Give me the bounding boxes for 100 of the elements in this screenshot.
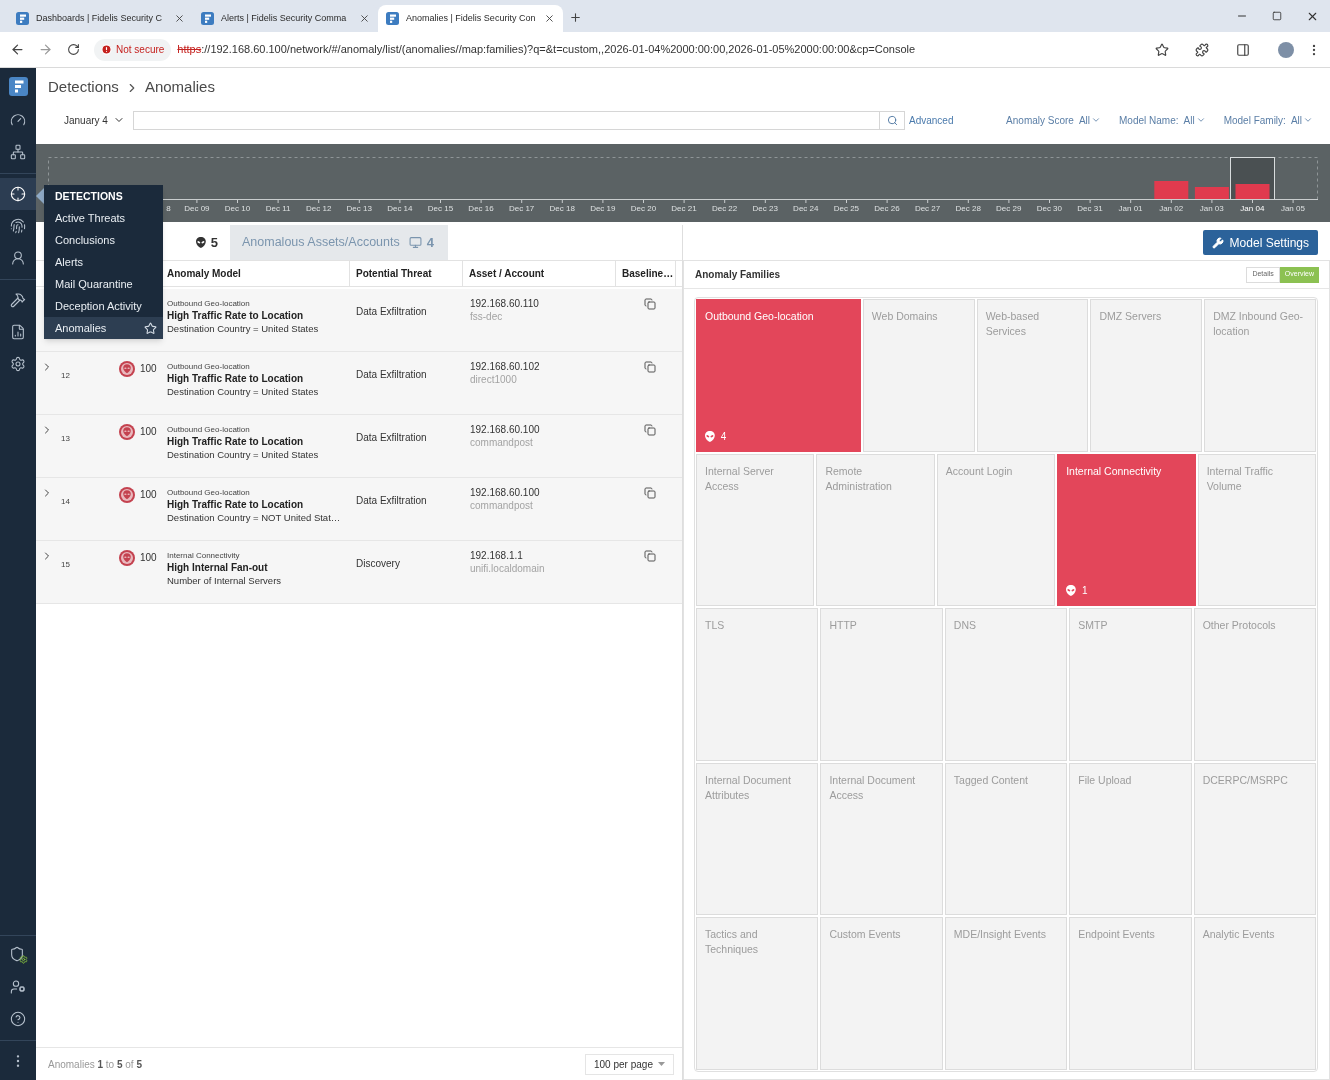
bookmark-star-icon[interactable] bbox=[1155, 42, 1169, 57]
menu-item[interactable]: Deception Activity bbox=[44, 295, 163, 317]
star-icon[interactable] bbox=[144, 321, 157, 335]
model-name[interactable]: High Traffic Rate to Location bbox=[167, 373, 304, 386]
threat-cell: Discovery bbox=[356, 558, 400, 569]
close-icon[interactable] bbox=[359, 13, 370, 24]
model-family: Outbound Geo-location bbox=[167, 424, 250, 436]
tile-label: Analytic Events bbox=[1202, 927, 1275, 943]
column-header[interactable]: Baseline… bbox=[622, 266, 674, 281]
close-icon[interactable] bbox=[544, 13, 555, 24]
tile-label: Remote Administration bbox=[825, 463, 893, 494]
address-field[interactable]: https://192.168.60.100/network/#/anomaly/list/(anomalies//map:families)?q=&t=custom,,2026-01-04%2000:00:00,2026-01-05%2000:00:00&cp=Console bbox=[177, 41, 1155, 58]
app-logo-icon bbox=[16, 12, 29, 25]
model-name[interactable]: High Traffic Rate to Location bbox=[167, 436, 304, 449]
maximize-icon[interactable] bbox=[1272, 11, 1282, 21]
search-icon bbox=[886, 114, 898, 126]
copy-icon[interactable] bbox=[644, 550, 656, 562]
tile-label: DMZ Inbound Geo-location bbox=[1213, 309, 1305, 339]
asset-host: direct1000 bbox=[470, 373, 517, 386]
date-select[interactable]: January 4 bbox=[56, 110, 133, 130]
score-badge-icon bbox=[119, 361, 135, 377]
asset-ip[interactable]: 192.168.60.100 bbox=[470, 487, 540, 500]
model-settings-button[interactable]: Model Settings bbox=[1202, 230, 1318, 255]
date-label: Dec 13 bbox=[346, 204, 372, 214]
tile-label: DMZ Servers bbox=[1099, 309, 1162, 324]
menu-item[interactable]: Conclusions bbox=[44, 229, 163, 251]
copy-icon[interactable] bbox=[644, 361, 656, 373]
menu-item[interactable]: Anomalies bbox=[44, 317, 163, 339]
model-name[interactable]: High Traffic Rate to Location bbox=[167, 310, 304, 323]
date-label: Jan 01 bbox=[1118, 204, 1143, 214]
copy-icon[interactable] bbox=[644, 424, 656, 436]
threat-cell: Data Exfiltration bbox=[356, 369, 427, 380]
report-icon bbox=[10, 324, 26, 340]
menu-pointer-icon bbox=[36, 188, 44, 204]
warning-icon bbox=[101, 44, 112, 55]
asset-ip[interactable]: 192.168.60.110 bbox=[470, 298, 539, 311]
sidebar-item[interactable] bbox=[0, 178, 36, 210]
avatar-icon[interactable] bbox=[1278, 41, 1294, 58]
chevron-down-icon bbox=[1195, 115, 1206, 125]
column-header[interactable]: Anomaly Model bbox=[167, 266, 241, 281]
logo-icon[interactable] bbox=[8, 76, 28, 96]
row-number: 13 bbox=[61, 434, 70, 443]
date-label: Dec 17 bbox=[508, 204, 535, 214]
reload-icon[interactable] bbox=[67, 43, 80, 56]
alien-icon bbox=[705, 430, 715, 442]
settings-icon bbox=[10, 356, 26, 372]
puzzle-icon[interactable] bbox=[1195, 42, 1209, 57]
date-label: Jan 05 bbox=[1280, 204, 1305, 214]
breadcrumb-link[interactable]: Detections bbox=[48, 76, 119, 99]
browser-tab[interactable]: Anomalies | Fidelis Security Con bbox=[378, 5, 563, 32]
tile-label: Custom Events bbox=[829, 927, 901, 943]
family-tile[interactable]: Outbound Geo-location 4 bbox=[696, 299, 861, 452]
row-number: 14 bbox=[61, 497, 70, 506]
tile-label: Web-based Services bbox=[985, 309, 1041, 339]
side-panel-icon[interactable] bbox=[1236, 42, 1250, 57]
date-label: 8 bbox=[166, 204, 171, 214]
tile-label: Account Login bbox=[945, 463, 1013, 479]
panel-title: Anomaly Families bbox=[695, 268, 781, 282]
new-tab-icon[interactable] bbox=[569, 11, 582, 24]
column-header[interactable]: Asset / Account bbox=[469, 266, 545, 281]
shield-gear-icon bbox=[8, 946, 28, 964]
chevron-down-icon bbox=[1303, 115, 1313, 125]
family-tile[interactable]: Internal Connectivity 1 bbox=[1057, 453, 1196, 607]
close-icon[interactable] bbox=[174, 13, 185, 24]
filter-dropdown[interactable]: Model Name: All bbox=[1119, 112, 1206, 128]
tile-label: HTTP bbox=[829, 618, 857, 634]
security-chip[interactable]: Not secure bbox=[94, 38, 172, 61]
date-label: Dec 19 bbox=[590, 204, 616, 214]
filter-dropdown[interactable]: Model Family: All bbox=[1223, 112, 1313, 128]
filter-dropdown[interactable]: Anomaly Score All bbox=[1006, 112, 1102, 128]
forward-icon[interactable] bbox=[38, 42, 53, 57]
network-icon bbox=[10, 144, 26, 160]
search-field[interactable] bbox=[133, 110, 880, 130]
back-icon[interactable] bbox=[10, 42, 25, 57]
asset-ip[interactable]: 192.168.60.102 bbox=[470, 361, 540, 374]
hammer-icon bbox=[10, 292, 26, 308]
anomaly-count: 1 bbox=[1081, 584, 1088, 599]
model-name[interactable]: High Internal Fan-out bbox=[167, 562, 268, 575]
copy-icon[interactable] bbox=[644, 298, 656, 310]
menu-item[interactable]: Alerts bbox=[44, 251, 163, 273]
model-name[interactable]: High Traffic Rate to Location bbox=[167, 499, 304, 512]
search-button[interactable] bbox=[880, 110, 905, 130]
advanced-link[interactable]: Advanced bbox=[909, 112, 954, 128]
menu-heading: DETECTIONS bbox=[55, 188, 123, 204]
chevron-down-icon bbox=[1091, 115, 1102, 125]
asset-host: commandpost bbox=[470, 436, 533, 449]
menu-item[interactable]: Active Threats bbox=[44, 207, 163, 229]
menu-item[interactable]: Mail Quarantine bbox=[44, 273, 163, 295]
model-detail: Number of Internal Servers bbox=[167, 574, 282, 587]
tile-label: Tactics and Techniques bbox=[705, 927, 760, 958]
date-label: Jan 04 bbox=[1240, 204, 1265, 214]
asset-ip[interactable]: 192.168.60.100 bbox=[470, 424, 540, 437]
copy-icon[interactable] bbox=[644, 487, 656, 499]
model-family: Outbound Geo-location bbox=[167, 298, 250, 310]
gauge-icon bbox=[10, 112, 26, 128]
date-label: Jan 03 bbox=[1199, 204, 1224, 214]
histogram-bar bbox=[1235, 184, 1270, 199]
column-header[interactable]: Potential Threat bbox=[356, 266, 432, 281]
asset-ip[interactable]: 192.168.1.1 bbox=[470, 550, 523, 563]
per-page-select[interactable]: 100 per page bbox=[585, 1053, 674, 1075]
